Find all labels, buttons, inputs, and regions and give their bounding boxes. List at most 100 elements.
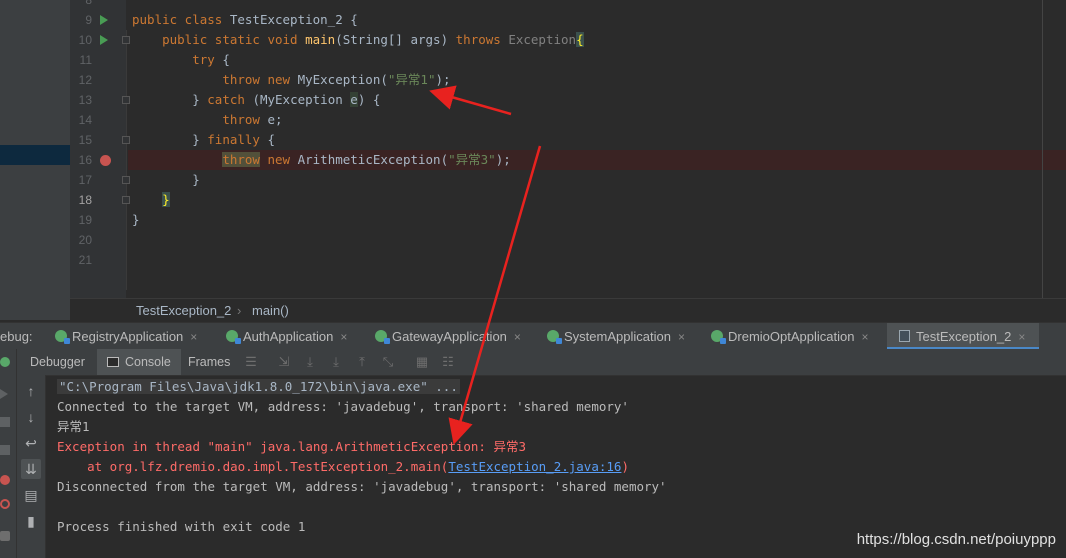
breakpoint-icon[interactable] xyxy=(100,155,111,166)
code-token: public static void xyxy=(162,32,306,47)
show-execution-point-icon[interactable]: ⇲ xyxy=(277,355,291,369)
print-icon[interactable]: ▤ xyxy=(21,485,41,505)
code-line-13[interactable]: } catch (MyException e) { xyxy=(132,90,380,110)
code-line-14[interactable]: throw e; xyxy=(132,110,283,130)
code-variable: e xyxy=(350,92,358,107)
fold-icon[interactable] xyxy=(122,136,130,144)
tab-registry-application[interactable]: RegistryApplication × xyxy=(55,323,197,350)
debug-bug-icon xyxy=(226,330,241,344)
line-number: 15 xyxy=(78,133,92,147)
code-token: throws xyxy=(455,32,509,47)
matched-brace: { xyxy=(576,32,584,47)
up-arrow-icon[interactable]: ↑ xyxy=(21,381,41,401)
source-link[interactable]: TestException_2.java:16 xyxy=(448,459,621,474)
code-token: e; xyxy=(267,112,283,127)
view-breakpoints-icon[interactable] xyxy=(0,475,10,485)
line-number: 9 xyxy=(85,13,92,27)
code-token: (MyException xyxy=(252,92,351,107)
breadcrumb-class[interactable]: TestException_2 xyxy=(136,299,231,323)
code-token: catch xyxy=(207,92,253,107)
console-line: Disconnected from the target VM, address… xyxy=(57,479,667,494)
code-token: ); xyxy=(495,152,511,167)
tab-dremio-opt-application[interactable]: DremioOptApplication × xyxy=(711,323,868,350)
tab-test-exception-2[interactable]: TestException_2 × xyxy=(887,323,1040,350)
line-number-current: 18 xyxy=(78,193,92,207)
stop-icon[interactable] xyxy=(0,445,10,455)
code-line-19[interactable]: } xyxy=(132,210,140,230)
code-token: main xyxy=(305,32,336,47)
line-number: 20 xyxy=(78,233,92,247)
tab-label: Console xyxy=(125,355,171,369)
layout-menu-icon[interactable]: ☰ xyxy=(244,355,258,369)
close-icon[interactable]: × xyxy=(190,330,197,344)
tab-console[interactable]: Console xyxy=(97,349,181,375)
code-line-17[interactable]: } xyxy=(132,170,200,190)
tab-gateway-application[interactable]: GatewayApplication × xyxy=(375,323,521,350)
play-icon[interactable] xyxy=(0,389,8,399)
mute-breakpoints-icon[interactable] xyxy=(0,499,10,509)
console-line: 异常1 xyxy=(57,419,90,434)
tab-system-application[interactable]: SystemApplication × xyxy=(547,323,685,350)
code-line-16[interactable]: throw new ArithmeticException("异常3"); xyxy=(132,150,511,170)
code-line-10[interactable]: public static void main(String[] args) t… xyxy=(132,30,584,50)
code-line-12[interactable]: throw new MyException("异常1"); xyxy=(132,70,450,90)
code-token: } xyxy=(192,92,208,107)
code-token: } xyxy=(132,212,140,227)
down-arrow-icon[interactable]: ↓ xyxy=(21,407,41,427)
console-command[interactable]: "C:\Program Files\Java\jdk1.8.0_172\bin\… xyxy=(57,379,460,394)
close-icon[interactable]: × xyxy=(1018,330,1025,344)
trash-icon[interactable]: ▮ xyxy=(21,511,41,531)
scroll-to-end-icon[interactable]: ⇊ xyxy=(21,459,41,479)
breadcrumb-method[interactable]: main() xyxy=(252,299,289,323)
watermark: https://blog.csdn.net/poiuyppp xyxy=(856,531,1056,548)
line-number: 21 xyxy=(78,253,92,267)
tab-frames[interactable]: Frames xyxy=(188,349,230,375)
breadcrumb: TestException_2 › main() xyxy=(70,298,1066,323)
code-token: throw new xyxy=(222,72,298,87)
debug-side-toolbar xyxy=(0,349,17,558)
fold-icon[interactable] xyxy=(122,176,130,184)
fold-icon[interactable] xyxy=(122,36,130,44)
close-icon[interactable]: × xyxy=(340,330,347,344)
code-token: ArithmeticException( xyxy=(297,152,449,167)
stacktrace-text: at org.lfz.dremio.dao.impl.TestException… xyxy=(57,459,449,474)
debug-bug-icon xyxy=(375,330,390,344)
debug-bug-icon xyxy=(55,330,70,344)
code-token: new xyxy=(259,152,298,167)
trace-icon[interactable]: ☷ xyxy=(441,355,455,369)
code-token: finally xyxy=(207,132,260,147)
code-token: public class xyxy=(132,12,230,27)
camera-icon[interactable] xyxy=(0,531,10,541)
step-out-icon[interactable]: ⤒ xyxy=(355,355,369,369)
code-editor[interactable]: 8 9 10 11 12 13 14 15 16 17 18 19 20 21 … xyxy=(70,0,1066,298)
code-line-15[interactable]: } finally { xyxy=(132,130,275,150)
run-main-icon[interactable] xyxy=(100,35,108,45)
step-into-icon[interactable]: ⤓ xyxy=(329,355,343,369)
close-icon[interactable]: × xyxy=(861,330,868,344)
pause-icon[interactable] xyxy=(0,417,10,427)
close-icon[interactable]: × xyxy=(514,330,521,344)
evaluate-expression-icon[interactable]: ▦ xyxy=(415,355,429,369)
fold-guide xyxy=(126,30,127,290)
fold-icon[interactable] xyxy=(122,196,130,204)
code-line-11[interactable]: try { xyxy=(132,50,230,70)
step-over-icon[interactable]: ⤓ xyxy=(303,355,317,369)
console-toolbar: ↑ ↓ ↩ ⇊ ▤ ▮ xyxy=(17,375,46,558)
line-number: 8 xyxy=(85,0,92,7)
fold-icon[interactable] xyxy=(122,96,130,104)
tab-debugger[interactable]: Debugger xyxy=(30,349,85,375)
breadcrumb-separator: › xyxy=(237,303,242,318)
tab-label: AuthApplication xyxy=(243,329,334,344)
run-to-cursor-icon[interactable]: ⤡ xyxy=(381,355,395,369)
tab-label: GatewayApplication xyxy=(392,329,507,344)
debug-bug-icon xyxy=(547,330,562,344)
code-line-9[interactable]: public class TestException_2 { xyxy=(132,10,358,30)
run-class-icon[interactable] xyxy=(100,15,108,25)
close-icon[interactable]: × xyxy=(678,330,685,344)
resume-icon[interactable] xyxy=(0,357,10,367)
code-token: TestException_2 { xyxy=(229,12,358,27)
code-line-18[interactable]: } xyxy=(132,190,170,210)
soft-wrap-icon[interactable]: ↩ xyxy=(21,433,41,453)
tab-auth-application[interactable]: AuthApplication × xyxy=(226,323,347,350)
console-icon xyxy=(107,357,119,367)
